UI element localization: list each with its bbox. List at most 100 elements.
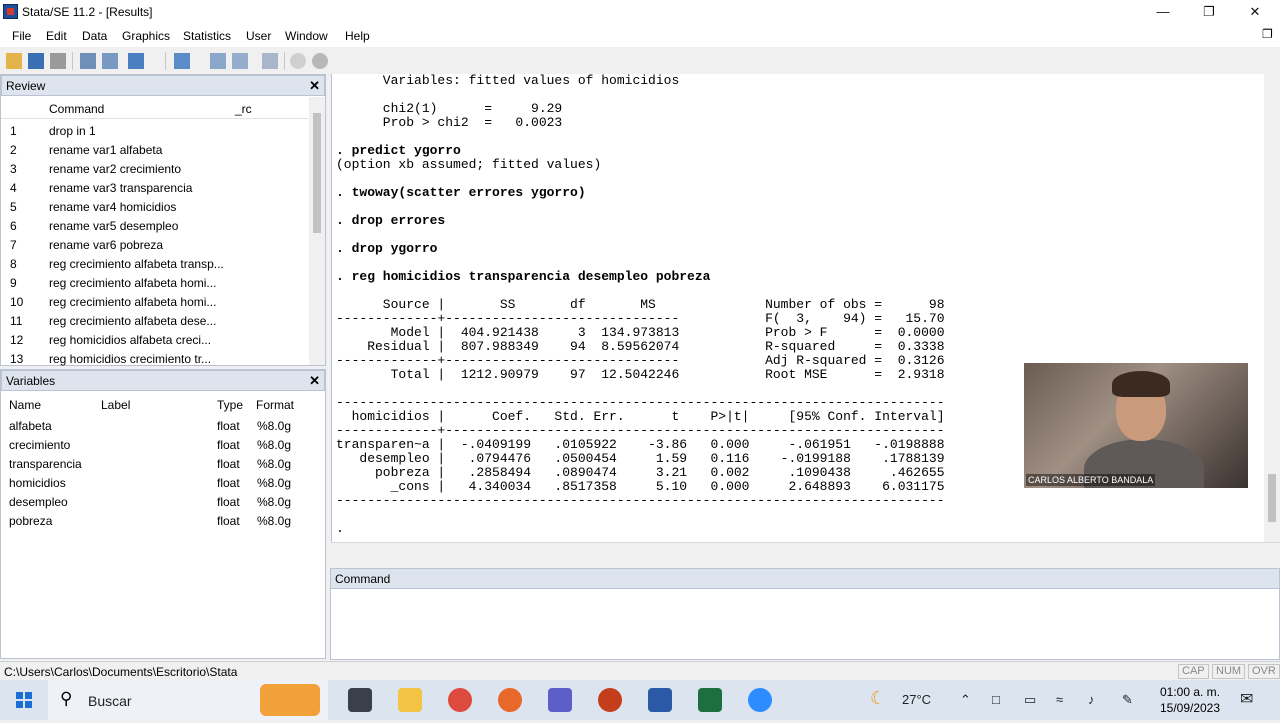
data-browser-icon[interactable] [232,53,248,69]
col-type[interactable]: Type [217,398,243,412]
review-row[interactable]: 5 rename var4 homicidios [1,197,309,216]
review-row[interactable]: 12 reg homicidios alfabeta creci... [1,330,309,349]
variables-manager-icon[interactable] [262,53,278,69]
review-row-command: reg homicidios alfabeta creci... [49,333,212,347]
menu-help[interactable]: Help [345,29,370,43]
powerpoint-icon[interactable] [598,688,622,712]
taskbar-search[interactable]: ⚲ Buscar [48,680,328,720]
col-command[interactable]: Command [49,102,104,116]
results-line: pobreza | .2858494 .0890474 3.21 0.002 .… [336,465,945,480]
variable-row[interactable]: alfabeta float %8.0g [1,416,323,435]
results-line [336,228,945,242]
col-name[interactable]: Name [9,398,41,412]
review-row-command: rename var4 homicidios [49,200,177,214]
close-button[interactable]: ✕ [1232,0,1278,25]
variable-row[interactable]: desempleo float %8.0g [1,492,323,511]
viewer-icon[interactable] [102,53,118,69]
review-row[interactable]: 9 reg crecimiento alfabeta homi... [1,273,309,292]
results-line: (option xb assumed; fitted values) [336,157,602,172]
temperature[interactable]: 27°C [902,692,931,707]
review-row[interactable]: 7 rename var6 pobreza [1,235,309,254]
review-panel: Review ✕ Command _rc 1 drop in 1 2 rename v… [0,74,326,366]
command-input[interactable] [331,590,1279,659]
col-label[interactable]: Label [101,398,130,412]
review-row[interactable]: 8 reg crecimiento alfabeta transp... [1,254,309,273]
results-line: Source | SS df MS Number of obs = 98 [336,297,945,312]
print-icon[interactable] [50,53,66,69]
variable-row[interactable]: pobreza float %8.0g [1,511,323,530]
scrollbar-thumb[interactable] [1268,474,1276,522]
data-editor-icon[interactable] [210,53,226,69]
menu-file[interactable]: File [12,29,31,43]
volume-icon[interactable]: ♪ [1088,692,1095,707]
review-row[interactable]: 1 drop in 1 [1,121,309,140]
results-hscroll[interactable] [331,542,1280,562]
close-icon[interactable]: ✕ [309,78,320,94]
review-row[interactable]: 4 rename var3 transparencia [1,178,309,197]
teams-icon[interactable] [548,688,572,712]
results-line [336,200,945,214]
restore-button[interactable]: ❐ [1186,0,1232,25]
variable-format: %8.0g [257,514,292,528]
open-icon[interactable] [6,53,22,69]
wifi-icon[interactable]: ≈ [1056,692,1063,707]
results-output: Variables: fitted values of homicidios c… [336,74,945,536]
results-line: Residual | 807.988349 94 8.59562074 R-sq… [336,339,945,354]
variable-row[interactable]: homicidios float %8.0g [1,473,323,492]
results-line [336,172,945,186]
menu-user[interactable]: User [246,29,271,43]
results-line [336,130,945,144]
save-icon[interactable] [28,53,44,69]
review-row-number: 11 [10,314,23,328]
menu-window[interactable]: Window [285,29,328,43]
review-scrollbar[interactable] [309,97,325,365]
variable-name: crecimiento [9,438,71,452]
review-row-number: 1 [10,124,17,138]
review-row[interactable]: 3 rename var2 crecimiento [1,159,309,178]
more-icon[interactable] [290,53,306,69]
review-row[interactable]: 11 reg crecimiento alfabeta dese... [1,311,309,330]
autumn-widget-icon[interactable] [260,684,320,716]
col-format[interactable]: Format [256,398,294,412]
menu-edit[interactable]: Edit [46,29,67,43]
excel-icon[interactable] [698,688,722,712]
close-icon[interactable]: ✕ [309,373,320,389]
battery-icon[interactable]: ▭ [1024,692,1036,708]
review-row-number: 8 [10,257,17,271]
meet-now-icon[interactable]: □ [992,692,1000,707]
stata-taskbar-icon[interactable] [648,688,672,712]
log-icon[interactable] [80,53,96,69]
minimize-button[interactable]: — [1140,0,1186,25]
menu-bar: File Edit Data Graphics Statistics User … [0,25,1280,47]
file-explorer-icon[interactable] [398,688,422,712]
review-row[interactable]: 6 rename var5 desempleo [1,216,309,235]
zoom-icon[interactable] [748,688,772,712]
results-scrollbar[interactable] [1264,74,1280,542]
review-row[interactable]: 2 rename var1 alfabeta [1,140,309,159]
notifications-icon[interactable]: ✉ [1240,689,1253,709]
review-row[interactable]: 13 reg homicidios crecimiento tr... [1,349,309,368]
menu-data[interactable]: Data [82,29,107,43]
clock[interactable]: 01:00 a. m. 15/09/2023 [1150,684,1230,716]
break-icon[interactable] [312,53,328,69]
results-line: transparen~a | -.0409199 .0105922 -3.86 … [336,437,945,452]
graph-icon[interactable] [128,53,144,69]
scrollbar-thumb[interactable] [313,113,321,233]
mdi-restore-icon[interactable]: ❐ [1262,27,1273,41]
do-file-editor-icon[interactable] [174,53,190,69]
chrome-icon[interactable] [448,688,472,712]
pen-icon[interactable]: ✎ [1122,692,1133,708]
menu-statistics[interactable]: Statistics [183,29,231,43]
variable-row[interactable]: transparencia float %8.0g [1,454,323,473]
review-row-command: reg crecimiento alfabeta dese... [49,314,217,328]
review-row[interactable]: 10 reg crecimiento alfabeta homi... [1,292,309,311]
review-row-number: 10 [10,295,24,309]
variable-row[interactable]: crecimiento float %8.0g [1,435,323,454]
menu-graphics[interactable]: Graphics [122,29,170,43]
review-row-command: reg crecimiento alfabeta transp... [49,257,224,271]
firefox-icon[interactable] [498,688,522,712]
col-rc[interactable]: _rc [235,102,252,116]
chevron-up-icon[interactable]: ⌃ [960,692,971,708]
task-view-icon[interactable] [348,688,372,712]
start-button[interactable] [0,680,48,720]
